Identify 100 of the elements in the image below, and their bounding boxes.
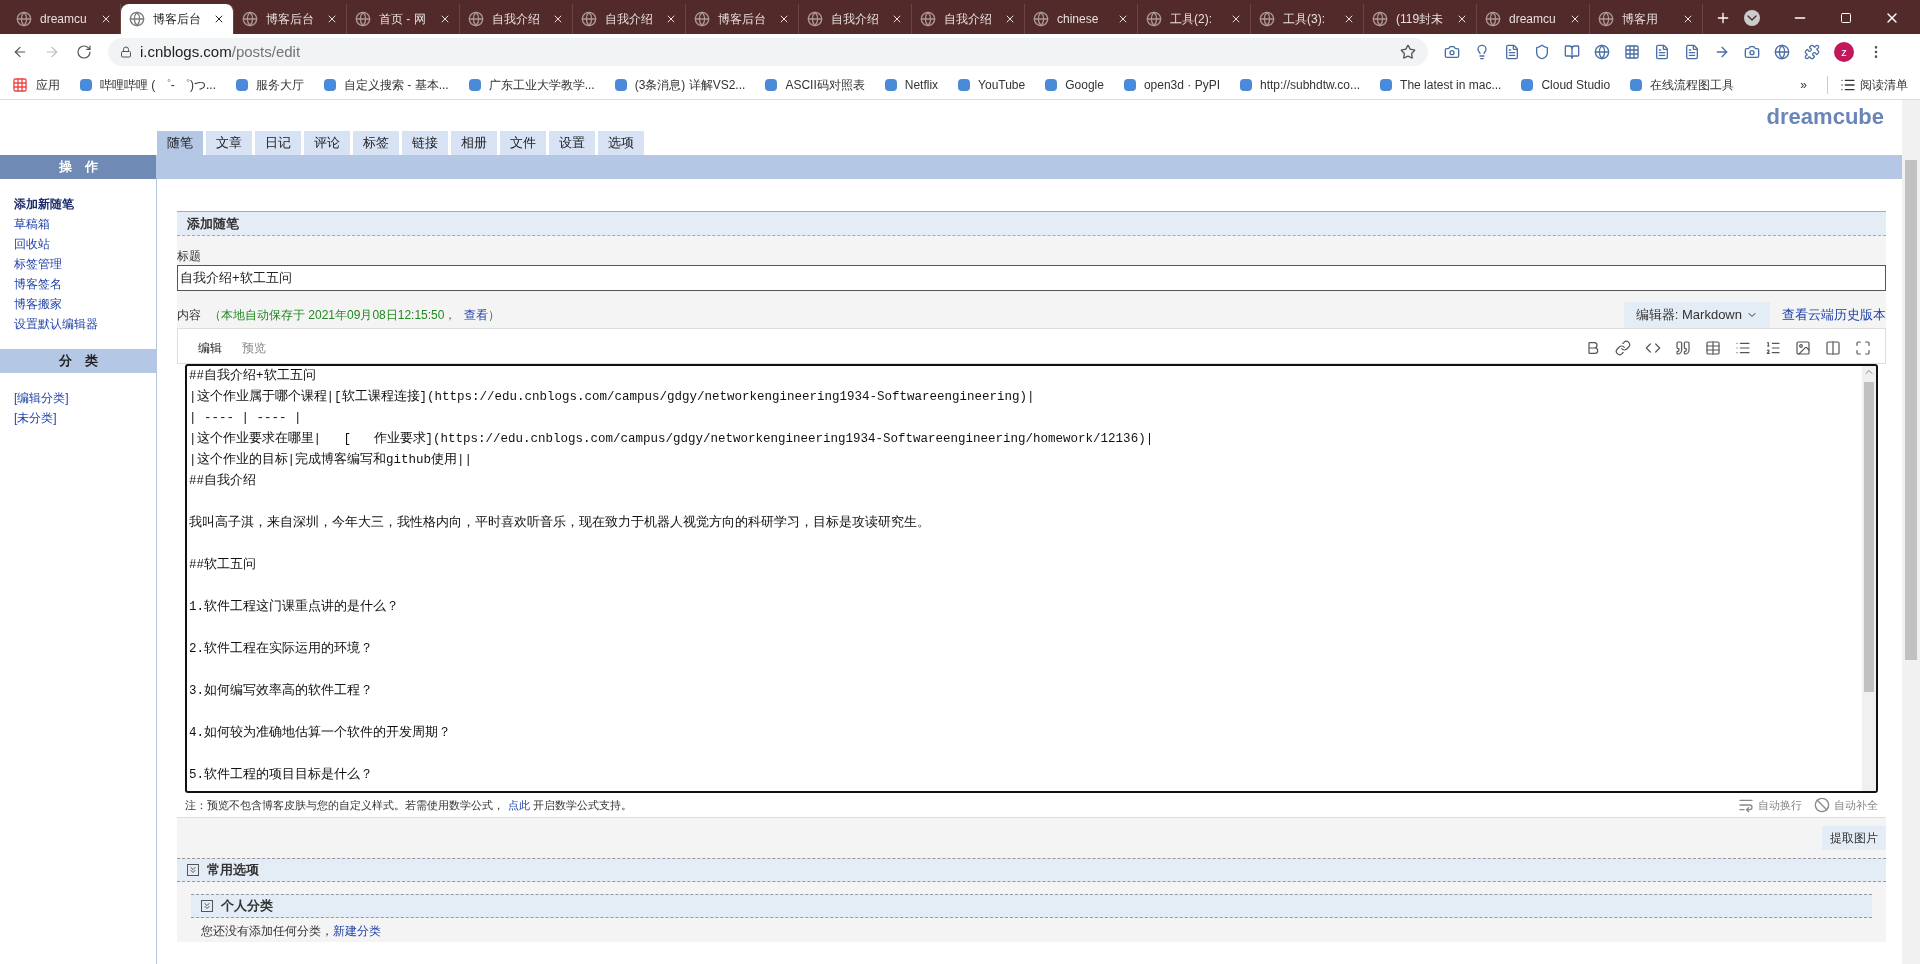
close-icon[interactable] <box>1004 13 1016 25</box>
browser-tab[interactable]: 自我介绍 <box>573 4 686 34</box>
extension-icon[interactable] <box>1504 44 1520 60</box>
extension-icon[interactable] <box>1624 44 1640 60</box>
bullet-list-icon[interactable] <box>1735 340 1751 356</box>
nav-tab[interactable]: 链接 <box>402 131 448 155</box>
extension-icon[interactable] <box>1714 44 1730 60</box>
sidebar-link[interactable]: 回收站 <box>14 235 50 253</box>
link-icon[interactable] <box>1615 340 1631 356</box>
extension-icon[interactable] <box>1474 44 1490 60</box>
bookmark-item[interactable]: http://subhdtw.co... <box>1240 75 1361 94</box>
blog-brand[interactable]: dreamcube <box>1766 100 1884 133</box>
close-icon[interactable] <box>891 13 903 25</box>
nav-tab[interactable]: 相册 <box>451 131 497 155</box>
extension-icon[interactable] <box>1444 44 1460 60</box>
browser-tab[interactable]: 工具(3): <box>1251 4 1364 34</box>
quote-icon[interactable] <box>1675 340 1691 356</box>
nav-tab[interactable]: 设置 <box>549 131 595 155</box>
title-field[interactable]: 自我介绍+软工五问 <box>177 265 1886 291</box>
browser-tab[interactable]: 自我介绍 <box>912 4 1025 34</box>
extract-images-button[interactable]: 提取图片 <box>1822 826 1886 850</box>
bookmark-item[interactable]: open3d · PyPI <box>1123 75 1220 94</box>
image-icon[interactable] <box>1795 340 1811 356</box>
profile-avatar[interactable]: z <box>1834 42 1854 62</box>
extension-icon[interactable] <box>1684 44 1700 60</box>
browser-tab[interactable]: 自我介绍 <box>460 4 573 34</box>
bookmark-item[interactable]: ASCII码对照表 <box>765 75 865 94</box>
sidebar-link[interactable]: 草稿箱 <box>14 215 50 233</box>
bookmark-item[interactable]: YouTube <box>958 75 1026 94</box>
sidebar-link[interactable]: 博客签名 <box>14 275 62 293</box>
nav-tab[interactable]: 随笔 <box>157 131 203 155</box>
browser-tab[interactable]: 博客用 <box>1590 4 1703 34</box>
close-icon[interactable] <box>1230 13 1242 25</box>
nav-tab[interactable]: 文件 <box>500 131 546 155</box>
extension-icon[interactable] <box>1804 44 1820 60</box>
browser-tab[interactable]: 工具(2): <box>1138 4 1251 34</box>
new-category-link[interactable]: 新建分类 <box>333 924 381 938</box>
split-view-icon[interactable] <box>1825 340 1841 356</box>
back-icon[interactable] <box>12 44 28 60</box>
sidebar-link[interactable]: [编辑分类] <box>14 389 69 407</box>
close-icon[interactable] <box>100 13 112 25</box>
mode-tab[interactable]: 编辑 <box>188 339 232 357</box>
close-icon[interactable] <box>552 13 564 25</box>
table-icon[interactable] <box>1705 340 1721 356</box>
reading-list[interactable]: 阅读清单 <box>1827 75 1908 94</box>
close-icon[interactable] <box>326 13 338 25</box>
bookmark-item[interactable]: The latest in mac... <box>1380 75 1502 94</box>
browser-tab[interactable]: (119封未 <box>1364 4 1477 34</box>
markdown-editor[interactable] <box>185 364 1878 793</box>
close-icon[interactable] <box>1456 13 1468 25</box>
sidebar-link[interactable]: 添加新随笔 <box>14 195 74 213</box>
options-header[interactable]: 常用选项 <box>177 858 1886 882</box>
address-bar[interactable]: i.cnblogs.com/posts/edit <box>108 38 1428 66</box>
autocomplete-toggle[interactable]: 自动补全 <box>1814 796 1878 814</box>
editor-select[interactable]: 编辑器: Markdown <box>1623 302 1770 328</box>
browser-tab[interactable]: 博客后台 <box>686 4 799 34</box>
close-icon[interactable] <box>1569 13 1581 25</box>
bookmark-item[interactable]: 自定义搜索 - 基本... <box>324 75 449 94</box>
close-icon[interactable] <box>1117 13 1129 25</box>
extension-icon[interactable] <box>1534 44 1550 60</box>
nav-tab[interactable]: 评论 <box>304 131 350 155</box>
browser-tab[interactable]: 博客后台 <box>234 4 347 34</box>
bookmark-item[interactable]: 广东工业大学教学... <box>468 75 595 94</box>
close-icon[interactable] <box>778 13 790 25</box>
sidebar-link[interactable]: 博客搬家 <box>14 295 62 313</box>
close-icon[interactable] <box>1343 13 1355 25</box>
close-icon[interactable] <box>439 13 451 25</box>
more-bookmarks[interactable]: » <box>1800 75 1807 94</box>
maximize-icon[interactable] <box>1840 12 1852 24</box>
enable-link[interactable]: 点此 <box>508 798 530 811</box>
bookmark-item[interactable]: 应用 <box>12 75 60 94</box>
nav-tab[interactable]: 选项 <box>598 131 644 155</box>
extension-icon[interactable] <box>1564 44 1580 60</box>
code-icon[interactable] <box>1645 340 1661 356</box>
browser-tab[interactable]: 首页 - 网 <box>347 4 460 34</box>
extension-icon[interactable] <box>1594 44 1610 60</box>
close-icon[interactable] <box>1682 13 1694 25</box>
mode-tab[interactable]: 预览 <box>232 339 276 357</box>
browser-tab[interactable]: chinese <box>1025 4 1138 34</box>
browser-tab[interactable]: dreamcu <box>1477 4 1590 34</box>
page-scrollbar[interactable] <box>1902 100 1920 964</box>
bookmark-item[interactable]: 服务大厅 <box>236 75 304 94</box>
bookmark-item[interactable]: Netflix <box>884 75 939 94</box>
sidebar-link[interactable]: [未分类] <box>14 409 57 427</box>
sidebar-link[interactable]: 设置默认编辑器 <box>14 315 98 333</box>
bookmark-item[interactable]: 在线流程图工具 <box>1630 75 1735 94</box>
extension-icon[interactable] <box>1744 44 1760 60</box>
extension-icon[interactable] <box>1774 44 1790 60</box>
bookmark-item[interactable]: 哔哩哔哩 ( ゜- ゜)つ... <box>80 75 216 94</box>
wrap-toggle[interactable]: 自动换行 <box>1738 796 1802 814</box>
fullscreen-icon[interactable] <box>1855 340 1871 356</box>
bookmark-item[interactable]: (3条消息) 详解VS2... <box>614 75 746 94</box>
reload-icon[interactable] <box>76 44 92 60</box>
nav-tab[interactable]: 标签 <box>353 131 399 155</box>
scrollbar[interactable] <box>1862 366 1876 791</box>
tab-search-icon[interactable] <box>1744 10 1760 26</box>
bold-icon[interactable] <box>1585 340 1601 356</box>
nav-tab[interactable]: 日记 <box>255 131 301 155</box>
bookmark-star-icon[interactable] <box>1400 44 1416 60</box>
numbered-list-icon[interactable] <box>1765 340 1781 356</box>
